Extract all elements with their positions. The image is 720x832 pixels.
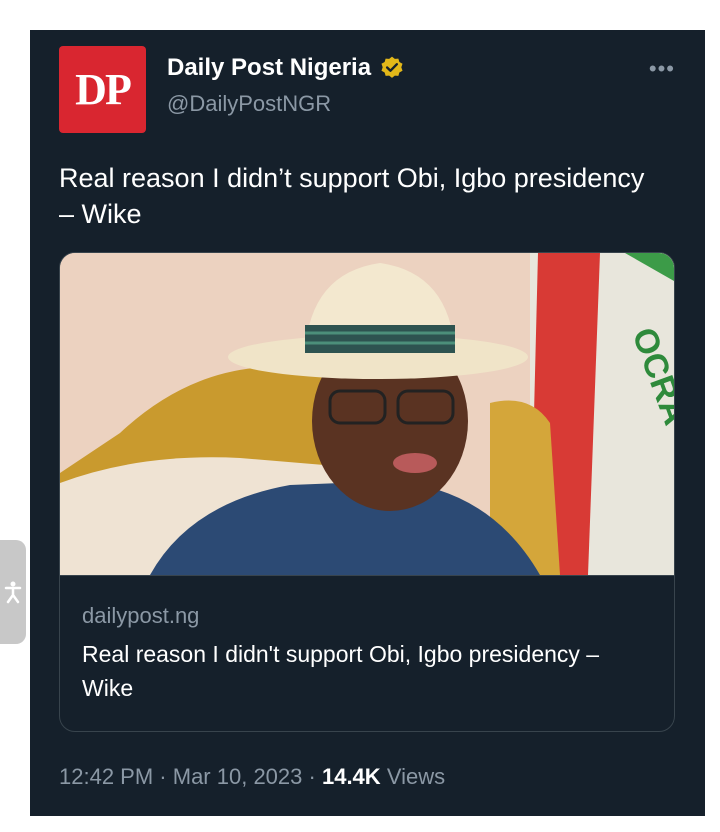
verified-badge-icon <box>381 56 403 78</box>
avatar[interactable]: DP <box>59 46 146 133</box>
account-name-row: Daily Post Nigeria <box>167 54 405 82</box>
account-name[interactable]: Daily Post Nigeria <box>167 54 371 82</box>
tweet-card[interactable]: DP Daily Post Nigeria @DailyPostNGR ••• … <box>30 30 705 816</box>
account-handle[interactable]: @DailyPostNGR <box>167 91 331 117</box>
card-divider <box>60 575 674 576</box>
tweet-meta: 12:42 PM · Mar 10, 2023 · 14.4K Views <box>59 764 445 790</box>
link-preview-image[interactable]: OCRA <box>60 253 674 575</box>
views-label[interactable]: Views <box>387 764 445 789</box>
avatar-logo-text: DP <box>75 65 132 114</box>
accessibility-icon <box>4 581 22 604</box>
accessibility-button[interactable] <box>0 540 26 644</box>
card-title[interactable]: Real reason I didn't support Obi, Igbo p… <box>82 637 642 705</box>
tweet-date[interactable]: Mar 10, 2023 <box>173 764 303 789</box>
tweet-text: Real reason I didn’t support Obi, Igbo p… <box>59 163 645 229</box>
meta-separator: · <box>308 764 316 789</box>
card-domain[interactable]: dailypost.ng <box>82 603 199 629</box>
link-preview-card[interactable]: OCRA dailypost.ng Real reason I didn't s… <box>59 252 675 732</box>
views-count[interactable]: 14.4K <box>322 764 381 789</box>
more-options-icon[interactable]: ••• <box>649 56 675 82</box>
tweet-time[interactable]: 12:42 PM <box>59 764 153 789</box>
meta-separator: · <box>159 764 167 789</box>
